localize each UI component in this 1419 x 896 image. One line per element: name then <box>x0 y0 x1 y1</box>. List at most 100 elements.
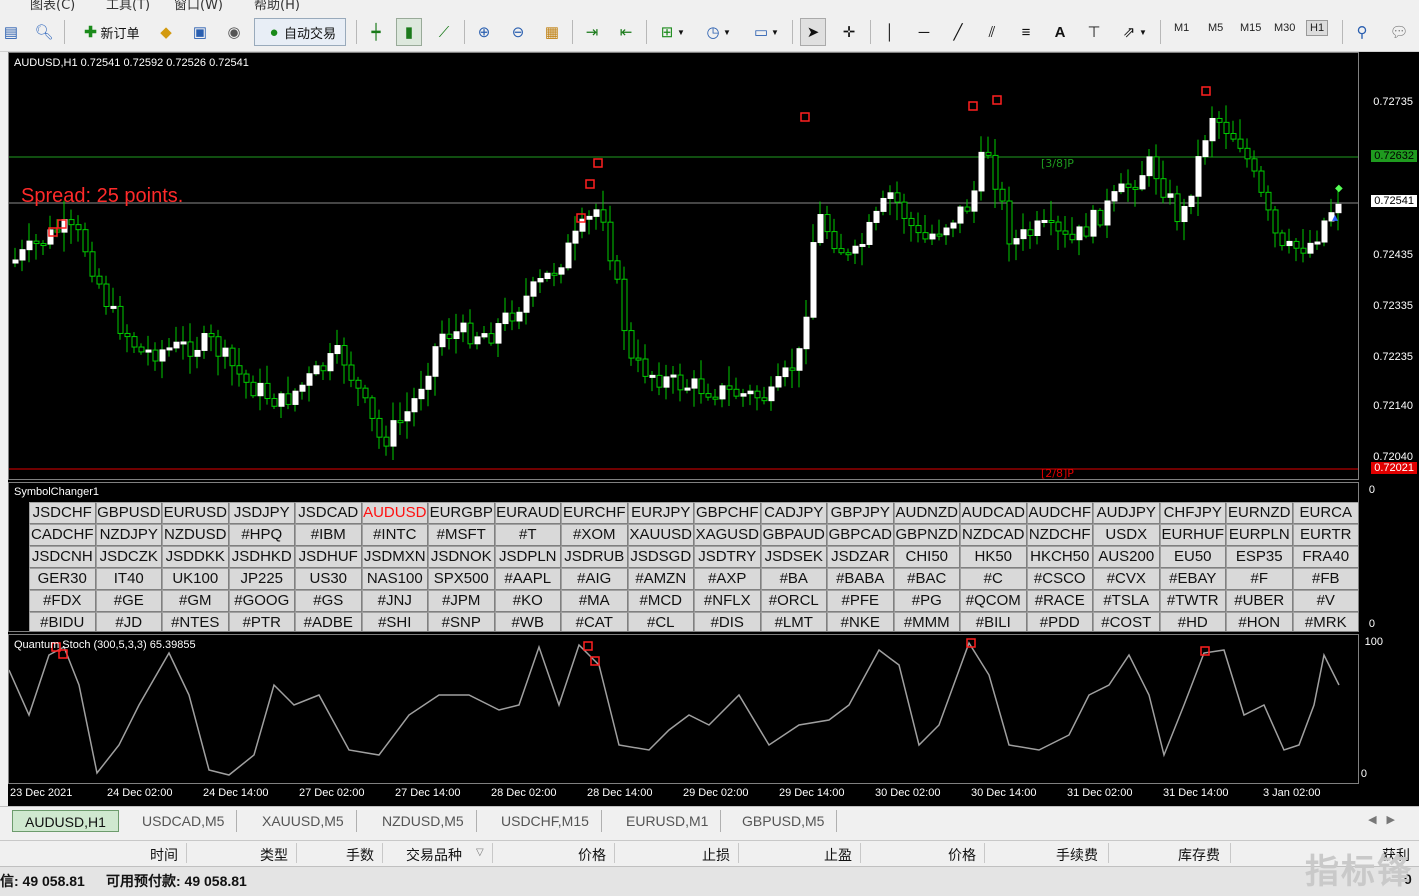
symbol-button[interactable]: #MA <box>561 590 628 612</box>
symbol-button[interactable]: EURNZD <box>1226 502 1293 524</box>
symbol-button[interactable]: UK100 <box>162 568 229 590</box>
symbol-button[interactable]: #RACE <box>1026 590 1093 612</box>
line-chart-icon[interactable]: ⟋ <box>432 18 456 46</box>
symbol-button[interactable]: US30 <box>295 568 362 590</box>
symbol-button[interactable]: #SNP <box>428 612 495 631</box>
symbol-button[interactable]: IT40 <box>95 568 162 590</box>
symbol-button[interactable]: GBPCHF <box>694 502 761 524</box>
periods-icon[interactable]: ◷ ▼ <box>700 18 734 46</box>
symbol-button[interactable]: EURCA <box>1292 502 1358 524</box>
tab-nzdusd-m5[interactable]: NZDUSD,M5 <box>370 810 477 832</box>
col-commission[interactable]: 手续费 <box>1056 845 1098 865</box>
symbol-button[interactable]: EURHUF <box>1159 524 1226 546</box>
market-watch-icon[interactable]: ◆ <box>154 18 178 46</box>
symbol-button[interactable]: NZDCHF <box>1026 524 1093 546</box>
trendline-icon[interactable]: ╱ <box>946 18 970 46</box>
symbol-button[interactable]: GBPCAD <box>827 524 894 546</box>
indicators-icon[interactable]: ⊞ ▼ <box>654 18 688 46</box>
symbol-button[interactable]: JSDZAR <box>827 546 894 568</box>
symbol-button[interactable]: #BABA <box>827 568 894 590</box>
symbol-button[interactable]: #KO <box>494 590 561 612</box>
symbol-button[interactable]: SPX500 <box>428 568 495 590</box>
symbol-button[interactable]: JSDSEK <box>760 546 827 568</box>
symbol-button[interactable]: JSDCZK <box>95 546 162 568</box>
symbol-button[interactable]: JSDCHF <box>29 502 96 524</box>
symbol-button[interactable]: #JD <box>95 612 162 631</box>
terminal-icon[interactable]: ◉ <box>222 18 246 46</box>
horizontal-line-icon[interactable]: ─ <box>912 18 936 46</box>
symbol-button[interactable]: NZDJPY <box>95 524 162 546</box>
symbol-button[interactable]: #ADBE <box>295 612 362 631</box>
symbol-button[interactable]: #PFE <box>827 590 894 612</box>
symbol-button[interactable]: CADCHF <box>29 524 96 546</box>
arrows-icon[interactable]: ⇗ ▼ <box>1116 18 1150 46</box>
symbol-button[interactable]: CHI50 <box>893 546 960 568</box>
symbol-button[interactable]: #CL <box>627 612 694 631</box>
timeframe-m5[interactable]: M5 <box>1208 22 1223 34</box>
symbol-button[interactable]: AUDUSD <box>361 502 428 524</box>
navigator-icon[interactable]: ▣ <box>188 18 212 46</box>
symbol-button[interactable]: #CSCO <box>1026 568 1093 590</box>
symbol-button[interactable]: NZDCAD <box>960 524 1027 546</box>
col-type[interactable]: 类型 <box>260 845 288 865</box>
symbol-button[interactable]: FRA40 <box>1292 546 1358 568</box>
symbol-button[interactable]: JSDMXN <box>361 546 428 568</box>
col-swap[interactable]: 库存费 <box>1178 845 1220 865</box>
symbol-button[interactable]: #V <box>1292 590 1358 612</box>
symbol-button[interactable]: AUDNZD <box>893 502 960 524</box>
symbol-button[interactable]: #CVX <box>1093 568 1160 590</box>
tab-audusd-h1[interactable]: AUDUSD,H1 <box>12 810 119 832</box>
col-symbol[interactable]: 交易品种 <box>406 845 462 865</box>
symbol-button[interactable]: GBPUSD <box>95 502 162 524</box>
tab-usdcad-m5[interactable]: USDCAD,M5 <box>130 810 238 832</box>
symbol-button[interactable]: JSDDKK <box>162 546 229 568</box>
col-stop-loss[interactable]: 止损 <box>702 845 730 865</box>
symbol-button[interactable]: #WB <box>494 612 561 631</box>
symbol-button[interactable]: JSDRUB <box>561 546 628 568</box>
candlestick-chart-icon[interactable]: ▮ <box>396 18 422 46</box>
symbol-button[interactable]: #PTR <box>228 612 295 631</box>
symbol-button[interactable]: #QCOM <box>960 590 1027 612</box>
symbol-button[interactable]: #T <box>494 524 561 546</box>
equidistant-channel-icon[interactable]: ⫽ <box>980 18 1004 46</box>
price-panel[interactable]: ◆ ▴ AUDUSD,H1 0.72541 0.72592 0.72526 0.7… <box>8 52 1359 480</box>
symbol-button[interactable]: #PDD <box>1026 612 1093 631</box>
menu-tools[interactable]: 工具(T) <box>106 0 150 12</box>
symbol-button[interactable]: #AXP <box>694 568 761 590</box>
col-take-profit[interactable]: 止盈 <box>824 845 852 865</box>
bar-chart-icon[interactable]: ┿ <box>364 18 388 46</box>
auto-scroll-icon[interactable]: ⇥ <box>580 18 604 46</box>
symbol-button[interactable]: #BIDU <box>29 612 96 631</box>
symbol-button[interactable]: XAGUSD <box>694 524 761 546</box>
symbol-button[interactable]: #HON <box>1226 612 1293 631</box>
symbol-button[interactable]: #AAPL <box>494 568 561 590</box>
zoom-in-icon[interactable]: ⊕ <box>472 18 496 46</box>
symbol-button[interactable]: #MSFT <box>428 524 495 546</box>
chat-icon[interactable]: 💬︎ <box>1384 18 1414 46</box>
symbol-button[interactable]: #BILI <box>960 612 1027 631</box>
col-time[interactable]: 时间 <box>150 845 178 865</box>
symbol-button[interactable]: EURUSD <box>162 502 229 524</box>
vertical-line-icon[interactable]: │ <box>878 18 902 46</box>
symbol-button[interactable]: HK50 <box>960 546 1027 568</box>
symbol-button[interactable]: #TSLA <box>1093 590 1160 612</box>
tab-scroll-arrows[interactable]: ◀▶ <box>1368 813 1405 826</box>
symbol-button[interactable]: #XOM <box>561 524 628 546</box>
menu-help[interactable]: 帮助(H) <box>254 0 300 12</box>
tab-gbpusd-m5[interactable]: GBPUSD,M5 <box>730 810 838 832</box>
symbol-button[interactable]: HKCH50 <box>1026 546 1093 568</box>
symbol-button[interactable]: GBPJPY <box>827 502 894 524</box>
symbol-button[interactable]: EU50 <box>1159 546 1226 568</box>
symbol-button[interactable]: #GOOG <box>228 590 295 612</box>
text-label-icon[interactable]: ⊤ <box>1082 18 1106 46</box>
symbol-button[interactable]: #FDX <box>29 590 96 612</box>
symbol-button[interactable]: #TWTR <box>1159 590 1226 612</box>
window-list-icon[interactable]: ▤ <box>0 18 22 46</box>
menu-window[interactable]: 窗口(W) <box>174 0 223 12</box>
symbol-button[interactable]: NAS100 <box>361 568 428 590</box>
symbol-button[interactable]: #HD <box>1159 612 1226 631</box>
symbol-button[interactable]: #LMT <box>760 612 827 631</box>
tab-eurusd-m1[interactable]: EURUSD,M1 <box>614 810 722 832</box>
symbol-button[interactable]: #DIS <box>694 612 761 631</box>
symbol-button[interactable]: JSDTRY <box>694 546 761 568</box>
